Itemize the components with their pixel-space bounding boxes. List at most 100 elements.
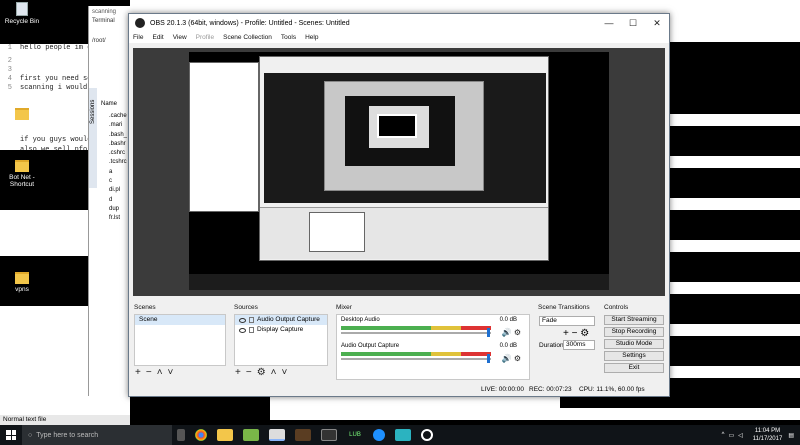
volume-meter <box>341 326 491 330</box>
nested-preview <box>264 73 546 203</box>
move-down-icon[interactable]: ˅ <box>282 368 288 378</box>
file-item[interactable]: .bashr <box>109 140 127 149</box>
menu-profile[interactable]: Profile <box>196 34 214 41</box>
mixer-track-desktop: Desktop Audio 0.0 dB 🔊 ⚙ <box>337 315 529 341</box>
stop-recording-button[interactable]: Stop Recording <box>604 327 664 337</box>
add-icon[interactable]: + <box>135 368 141 378</box>
lock-icon[interactable] <box>249 317 254 323</box>
add-icon[interactable]: + <box>235 368 241 378</box>
start-button[interactable] <box>0 425 22 445</box>
settings-button[interactable]: Settings <box>604 351 664 361</box>
file-explorer-icon[interactable] <box>217 429 233 441</box>
menu-view[interactable]: View <box>173 34 187 41</box>
move-up-icon[interactable]: ˄ <box>157 368 163 378</box>
lock-icon[interactable] <box>249 327 254 333</box>
menu-scene-collection[interactable]: Scene Collection <box>223 34 272 41</box>
eye-icon[interactable] <box>239 317 246 323</box>
gear-icon[interactable]: ⚙ <box>257 368 266 378</box>
box-icon[interactable] <box>395 429 411 441</box>
file-item[interactable]: .tcshrc <box>109 158 127 167</box>
add-icon[interactable]: + <box>563 328 569 339</box>
lua-icon[interactable]: LUB <box>347 429 363 441</box>
speaker-icon[interactable]: 🔊 <box>502 354 512 363</box>
obs-preview[interactable] <box>133 48 665 296</box>
scene-item[interactable]: Scene <box>135 315 225 325</box>
transition-toolbar: + − ⚙ <box>563 328 589 339</box>
remove-icon[interactable]: − <box>572 328 578 339</box>
chrome-icon[interactable] <box>195 429 207 441</box>
transition-select[interactable]: Fade <box>539 316 595 326</box>
file-item[interactable]: d <box>109 196 127 205</box>
obs-logo-icon <box>135 18 145 28</box>
desktop-icon-obs[interactable] <box>2 375 46 391</box>
gear-icon[interactable]: ⚙ <box>514 354 521 363</box>
move-down-icon[interactable]: ˅ <box>168 368 174 378</box>
terminal-path: /root/ <box>92 38 106 44</box>
source-item[interactable]: Audio Output Capture <box>235 315 327 325</box>
start-streaming-button[interactable]: Start Streaming <box>604 315 664 325</box>
eye-icon[interactable] <box>239 327 246 333</box>
source-label: Audio Output Capture <box>257 316 320 323</box>
controls-title: Controls <box>604 304 629 311</box>
file-item[interactable]: .mari <box>109 121 127 130</box>
file-item[interactable]: .cache <box>109 112 127 121</box>
notifications-icon[interactable]: ▤ <box>788 432 794 439</box>
cortana-mic-icon[interactable] <box>177 429 185 441</box>
minimize-icon[interactable]: — <box>597 18 621 29</box>
terminal-icon[interactable] <box>321 429 337 441</box>
nested-docks <box>260 207 548 259</box>
gear-icon[interactable]: ⚙ <box>514 328 521 337</box>
notepad-icon[interactable] <box>243 429 259 441</box>
menu-file[interactable]: File <box>133 34 143 41</box>
obs-task-icon[interactable] <box>269 429 285 441</box>
file-item[interactable]: c <box>109 177 127 186</box>
nested-popup <box>309 212 365 252</box>
volume-slider[interactable] <box>341 358 491 360</box>
menu-edit[interactable]: Edit <box>152 34 163 41</box>
remove-icon[interactable]: − <box>146 368 152 378</box>
nested-obs-2 <box>324 81 484 191</box>
volume-icon[interactable]: ◁ <box>738 432 743 439</box>
source-item[interactable]: Display Capture <box>235 325 327 335</box>
sources-title: Sources <box>234 304 258 311</box>
live-status: LIVE: 00:00:00 <box>481 386 525 393</box>
close-icon[interactable]: ✕ <box>645 18 669 29</box>
network-icon[interactable] <box>373 429 385 441</box>
obs-statusbar: LIVE: 00:00:00 REC: 00:07:23 CPU: 11.1%,… <box>129 383 669 396</box>
obs-studio-icon[interactable] <box>421 429 433 441</box>
exit-button[interactable]: Exit <box>604 363 664 373</box>
volume-slider-handle[interactable] <box>487 328 490 337</box>
desktop-icon-shortcut[interactable]: Shortcut <box>0 108 44 129</box>
duration-input[interactable]: 300ms <box>563 340 595 350</box>
desktop-icon-label: Recycle Bin <box>4 18 40 25</box>
clock[interactable]: 11:04 PM 11/17/2017 <box>753 427 783 443</box>
file-item[interactable]: fr.lst <box>109 214 127 223</box>
obs-titlebar: OBS 20.1.3 (64bit, windows) - Profile: U… <box>129 14 669 32</box>
file-item[interactable]: .cshrc <box>109 149 127 158</box>
desktop-icon-vpns[interactable]: vpns <box>0 272 44 293</box>
file-item[interactable]: di.pl <box>109 186 127 195</box>
file-item[interactable]: a <box>109 168 127 177</box>
file-column-header: Name <box>101 101 118 107</box>
menu-tools[interactable]: Tools <box>281 34 296 41</box>
studio-mode-button[interactable]: Studio Mode <box>604 339 664 349</box>
menu-help[interactable]: Help <box>305 34 318 41</box>
terminal-file-list: .cache .mari .bash_ .bashr .cshrc .tcshrc a c di… <box>109 112 127 224</box>
desktop-icon-bot-net[interactable]: Bot Net - Shortcut <box>0 160 44 188</box>
file-item[interactable]: .bash_ <box>109 131 127 140</box>
file-item[interactable]: dup <box>109 205 127 214</box>
desktop-icon-recycle-bin[interactable]: Recycle Bin <box>0 2 44 25</box>
taskbar-search[interactable]: ○ Type here to search <box>22 425 172 445</box>
maximize-icon[interactable]: ☐ <box>621 18 645 29</box>
volume-slider-handle[interactable] <box>487 354 490 363</box>
sessions-sidebar[interactable]: Sessions <box>89 88 97 188</box>
chevron-up-icon[interactable]: ^ <box>722 432 725 438</box>
remove-icon[interactable]: − <box>246 368 252 378</box>
volume-slider[interactable] <box>341 332 491 334</box>
line-number: 1 <box>7 44 12 52</box>
gear-icon[interactable]: ⚙ <box>580 328 589 339</box>
network-status-icon[interactable]: ▭ <box>728 432 734 439</box>
minecraft-icon[interactable] <box>295 429 311 441</box>
speaker-icon[interactable]: 🔊 <box>502 328 512 337</box>
move-up-icon[interactable]: ˄ <box>271 368 277 378</box>
